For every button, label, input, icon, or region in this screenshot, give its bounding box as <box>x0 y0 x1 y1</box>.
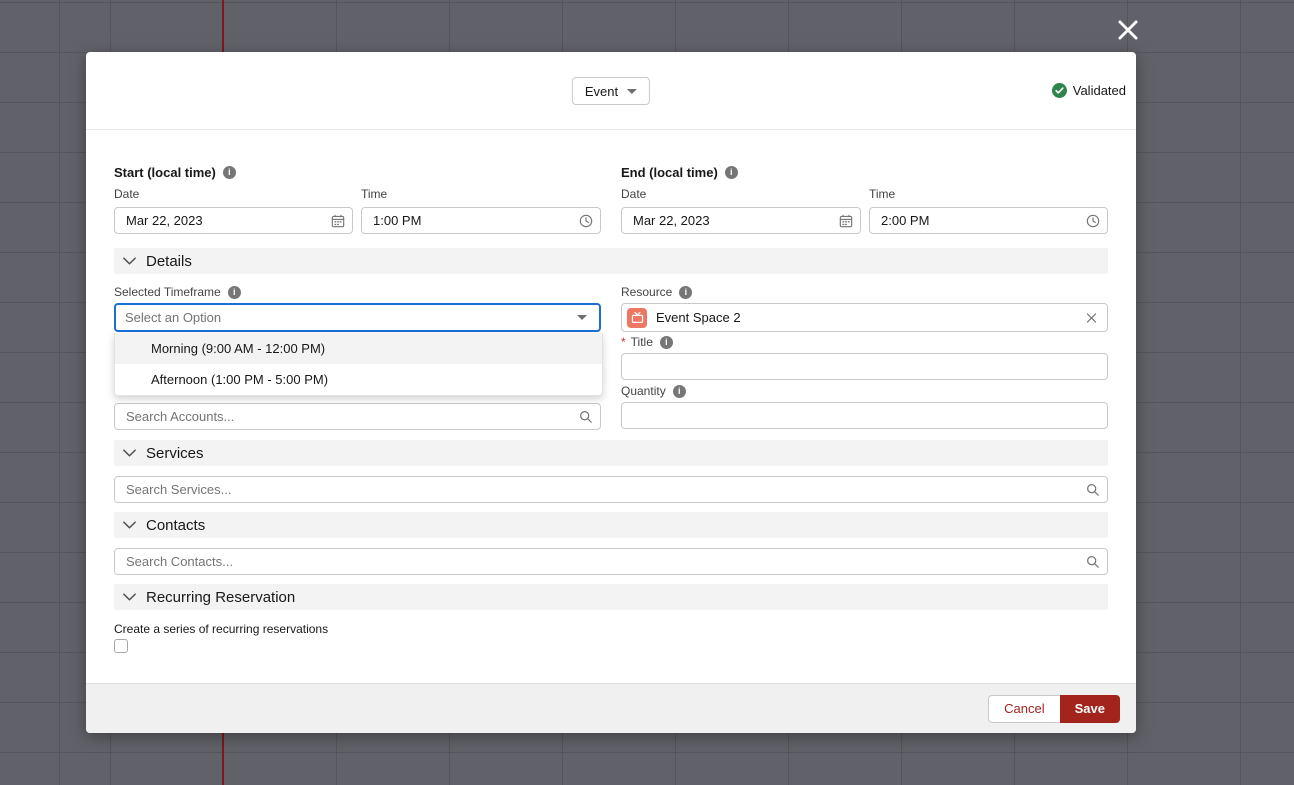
start-date-label: Date <box>114 187 139 201</box>
accounts-search-field <box>114 403 601 430</box>
timeframe-combobox[interactable]: Select an Option <box>114 303 601 332</box>
modal-header: Event Validated <box>86 52 1136 130</box>
record-type-label: Event <box>585 84 618 99</box>
chevron-down-icon <box>123 449 136 457</box>
calendar-icon[interactable] <box>331 214 345 228</box>
info-icon[interactable] <box>673 385 686 398</box>
section-header-details[interactable]: Details <box>114 248 1108 274</box>
end-date-field <box>621 207 861 234</box>
section-title: Contacts <box>146 517 205 534</box>
contacts-search-field <box>114 548 1108 575</box>
resource-field[interactable]: Event Space 2 <box>621 303 1108 332</box>
recurring-checkbox-label: Create a series of recurring reservation… <box>114 622 328 636</box>
start-time-field <box>361 207 601 234</box>
end-group-label: End (local time) <box>621 165 738 180</box>
start-time-input[interactable] <box>361 207 601 234</box>
chevron-down-icon <box>123 521 136 529</box>
section-title: Details <box>146 253 192 270</box>
end-time-field <box>869 207 1108 234</box>
search-icon[interactable] <box>579 410 593 424</box>
services-search-field <box>114 476 1108 503</box>
quantity-label: Quantity <box>621 384 686 398</box>
save-button[interactable]: Save <box>1060 695 1120 723</box>
close-icon[interactable] <box>1114 17 1142 45</box>
section-title: Recurring Reservation <box>146 589 295 606</box>
timeframe-placeholder: Select an Option <box>125 310 221 325</box>
status-label: Validated <box>1073 83 1126 98</box>
resource-value: Event Space 2 <box>656 310 741 325</box>
accounts-search-input[interactable] <box>114 403 601 430</box>
section-title: Services <box>146 445 204 462</box>
start-group-label: Start (local time) <box>114 165 236 180</box>
search-icon[interactable] <box>1086 555 1100 569</box>
section-header-contacts[interactable]: Contacts <box>114 512 1108 538</box>
title-input[interactable] <box>621 353 1108 380</box>
status-badge: Validated <box>1052 83 1126 98</box>
modal-footer: Cancel Save <box>86 683 1136 733</box>
check-circle-icon <box>1052 83 1067 98</box>
clear-icon[interactable] <box>1085 311 1098 324</box>
start-date-input[interactable] <box>114 207 353 234</box>
section-header-recurring[interactable]: Recurring Reservation <box>114 584 1108 610</box>
chevron-down-icon <box>577 315 587 320</box>
resource-label: Resource <box>621 285 692 299</box>
record-type-dropdown-button[interactable]: Event <box>572 77 650 105</box>
chevron-down-icon <box>627 89 637 94</box>
info-icon[interactable] <box>679 286 692 299</box>
quantity-field <box>621 402 1108 429</box>
clock-icon[interactable] <box>1086 214 1100 228</box>
timeframe-option-afternoon[interactable]: Afternoon (1:00 PM - 5:00 PM) <box>115 364 602 395</box>
quantity-input[interactable] <box>621 402 1108 429</box>
recurring-checkbox[interactable] <box>114 639 128 653</box>
chevron-down-icon <box>123 257 136 265</box>
timeframe-dropdown-list: Morning (9:00 AM - 12:00 PM) Afternoon (… <box>114 333 603 396</box>
info-icon[interactable] <box>660 336 673 349</box>
clock-icon[interactable] <box>579 214 593 228</box>
info-icon[interactable] <box>228 286 241 299</box>
end-time-input[interactable] <box>869 207 1108 234</box>
section-header-services[interactable]: Services <box>114 440 1108 466</box>
end-date-input[interactable] <box>621 207 861 234</box>
chevron-down-icon <box>123 593 136 601</box>
info-icon[interactable] <box>223 166 236 179</box>
start-time-label: Time <box>361 187 387 201</box>
reservation-modal: Event Validated Start (local time) Date … <box>86 52 1136 733</box>
end-date-label: Date <box>621 187 646 201</box>
required-marker: * <box>621 335 626 349</box>
title-label: * Title <box>621 335 673 349</box>
contacts-search-input[interactable] <box>114 548 1108 575</box>
cancel-button[interactable]: Cancel <box>988 695 1059 723</box>
calendar-icon[interactable] <box>839 214 853 228</box>
start-date-field <box>114 207 353 234</box>
end-time-label: Time <box>869 187 895 201</box>
title-field <box>621 353 1108 380</box>
timeframe-label: Selected Timeframe <box>114 285 241 299</box>
timeframe-option-morning[interactable]: Morning (9:00 AM - 12:00 PM) <box>115 333 602 364</box>
services-search-input[interactable] <box>114 476 1108 503</box>
resource-entity-icon <box>627 308 647 328</box>
info-icon[interactable] <box>725 166 738 179</box>
search-icon[interactable] <box>1086 483 1100 497</box>
